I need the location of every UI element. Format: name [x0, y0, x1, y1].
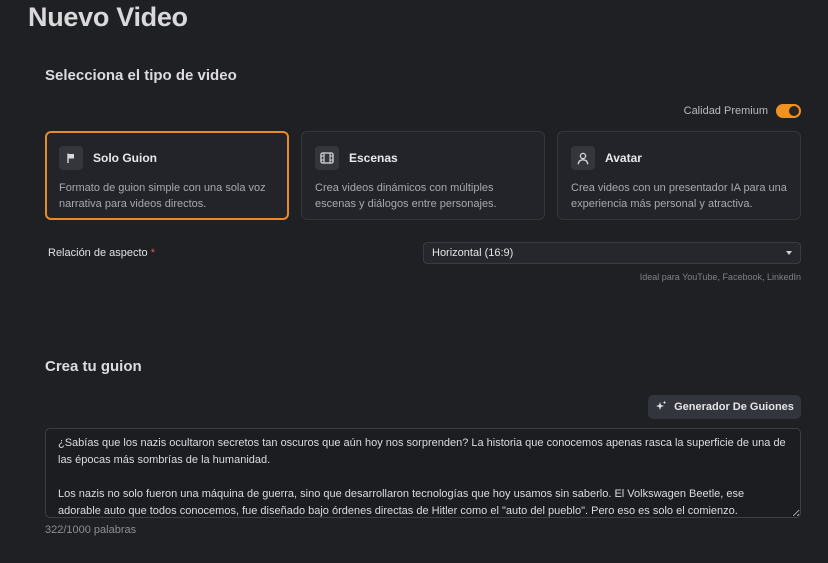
card-title: Escenas [349, 151, 398, 165]
card-description: Formato de guion simple con una sola voz… [59, 182, 266, 210]
script-section-title: Crea tu guion [45, 358, 142, 375]
script-generator-label: Generador De Guiones [674, 401, 794, 413]
film-icon [315, 146, 339, 170]
aspect-ratio-label: Relación de aspecto * [48, 247, 155, 259]
aspect-ratio-select[interactable]: Horizontal (16:9) [423, 242, 801, 264]
flag-icon [59, 146, 83, 170]
card-avatar[interactable]: Avatar Crea videos con un presentador IA… [557, 131, 801, 220]
video-type-cards: Solo Guion Formato de guion simple con u… [45, 131, 801, 220]
card-solo-guion[interactable]: Solo Guion Formato de guion simple con u… [45, 131, 289, 220]
premium-label: Calidad Premium [683, 105, 768, 117]
user-icon [571, 146, 595, 170]
script-textarea[interactable]: ¿Sabías que los nazis ocultaron secretos… [45, 428, 801, 518]
card-description: Crea videos con un presentador IA para u… [571, 182, 787, 210]
toggle-knob [789, 106, 799, 116]
script-generator-button[interactable]: Generador De Guiones [648, 395, 801, 419]
chevron-down-icon [786, 251, 792, 255]
premium-toggle-row[interactable]: Calidad Premium [684, 104, 801, 118]
word-count: 322/1000 palabras [45, 524, 137, 536]
aspect-ratio-hint: Ideal para YouTube, Facebook, LinkedIn [639, 272, 801, 282]
card-title: Avatar [605, 151, 642, 165]
video-type-section-title: Selecciona el tipo de video [45, 67, 237, 84]
premium-toggle[interactable] [776, 104, 801, 118]
card-escenas[interactable]: Escenas Crea videos dinámicos con múltip… [301, 131, 545, 220]
sparkles-icon [655, 400, 667, 415]
required-marker: * [150, 247, 155, 259]
aspect-ratio-value: Horizontal (16:9) [432, 247, 514, 259]
aspect-ratio-label-text: Relación de aspecto [48, 247, 148, 259]
card-title: Solo Guion [93, 151, 157, 165]
page-title: Nuevo Video [28, 2, 188, 32]
card-description: Crea videos dinámicos con múltiples esce… [315, 182, 497, 210]
